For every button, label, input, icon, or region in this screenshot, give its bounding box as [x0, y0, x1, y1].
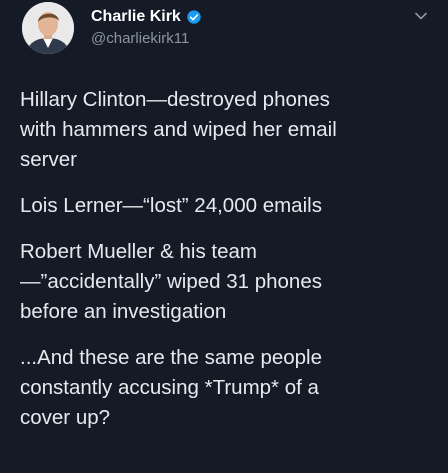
tweet-line: Lois Lerner—“lost” 24,000 emails — [20, 194, 322, 217]
author-name-row: Charlie Kirk — [91, 8, 202, 26]
author-handle[interactable]: @charliekirk11 — [91, 30, 189, 47]
tweet-card: Charlie Kirk @charliekirk11 Hillary Clin… — [0, 0, 448, 473]
tweet-paragraph: ...And these are the same people constan… — [20, 343, 435, 433]
verified-badge-icon — [187, 10, 201, 24]
tweet-line: before an investigation — [20, 300, 227, 323]
tweet-paragraph: Hillary Clinton—destroyed phones with ha… — [20, 85, 435, 175]
tweet-line: with hammers and wiped her email — [20, 118, 337, 141]
tweet-line: cover up? — [20, 406, 111, 429]
author-name[interactable]: Charlie Kirk — [91, 8, 181, 26]
tweet-paragraph: Lois Lerner—“lost” 24,000 emails — [20, 191, 435, 221]
tweet-line: Hillary Clinton—destroyed phones — [20, 88, 330, 111]
tweet-line: constantly accusing *Trump* of a — [20, 376, 319, 399]
avatar[interactable] — [22, 2, 74, 54]
tweet-line: server — [20, 148, 77, 171]
tweet-line: —”accidentally” wiped 31 phones — [20, 270, 322, 293]
tweet-text: Hillary Clinton—destroyed phones with ha… — [20, 85, 435, 449]
tweet-paragraph: Robert Mueller & his team —”accidentally… — [20, 237, 435, 327]
profile-photo-icon — [22, 2, 74, 54]
tweet-line: Robert Mueller & his team — [20, 240, 257, 263]
chevron-down-icon[interactable] — [413, 8, 429, 24]
tweet-line: ...And these are the same people — [20, 346, 323, 369]
